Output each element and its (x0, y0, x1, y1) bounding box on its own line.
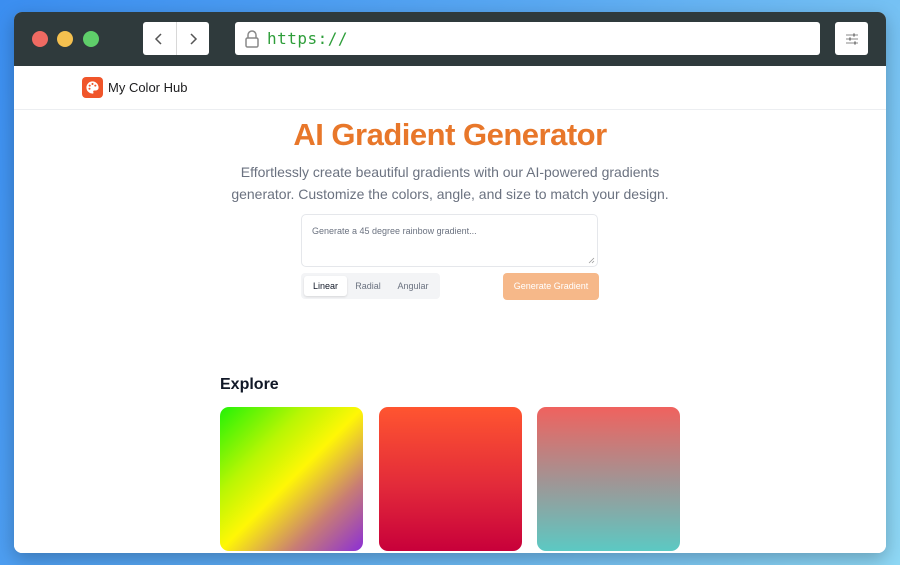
minimize-window-button[interactable] (57, 31, 73, 47)
brand-name: My Color Hub (108, 80, 188, 95)
palette-icon (82, 77, 103, 98)
gradient-card[interactable] (220, 407, 363, 551)
site-logo[interactable]: My Color Hub (82, 77, 187, 98)
gradient-type-selector: Linear Radial Angular (301, 273, 440, 299)
browser-titlebar: https:// (14, 12, 886, 66)
gradient-card[interactable] (379, 407, 522, 551)
gradient-card[interactable] (537, 407, 680, 551)
maximize-window-button[interactable] (83, 31, 99, 47)
generate-gradient-button[interactable]: Generate Gradient (503, 273, 599, 300)
chevron-right-icon (190, 32, 197, 45)
lock-icon (243, 29, 261, 49)
tab-radial[interactable]: Radial (348, 276, 388, 296)
page-subtitle: Effortlessly create beautiful gradients … (231, 164, 669, 202)
explore-heading: Explore (220, 376, 279, 393)
tab-linear[interactable]: Linear (304, 276, 347, 296)
forward-button[interactable] (175, 22, 210, 55)
browser-window: https:// My Color Hub AI Gradient Genera… (14, 12, 886, 553)
prompt-placeholder: Generate a 45 degree rainbow gradient... (312, 226, 477, 236)
tab-angular[interactable]: Angular (389, 276, 437, 296)
browser-menu-button[interactable] (835, 22, 868, 55)
address-bar[interactable]: https:// (235, 22, 820, 55)
prompt-textarea[interactable]: Generate a 45 degree rainbow gradient... (301, 214, 598, 267)
site-header: My Color Hub (14, 66, 886, 110)
resize-handle-icon[interactable] (588, 257, 595, 264)
page-content: My Color Hub AI Gradient Generator Effor… (14, 66, 886, 553)
navigation-buttons (143, 22, 209, 55)
sliders-icon (845, 33, 858, 44)
back-button[interactable] (143, 22, 176, 55)
page-title: AI Gradient Generator (293, 117, 607, 152)
close-window-button[interactable] (32, 31, 48, 47)
url-text: https:// (267, 29, 349, 48)
chevron-left-icon (155, 32, 162, 45)
